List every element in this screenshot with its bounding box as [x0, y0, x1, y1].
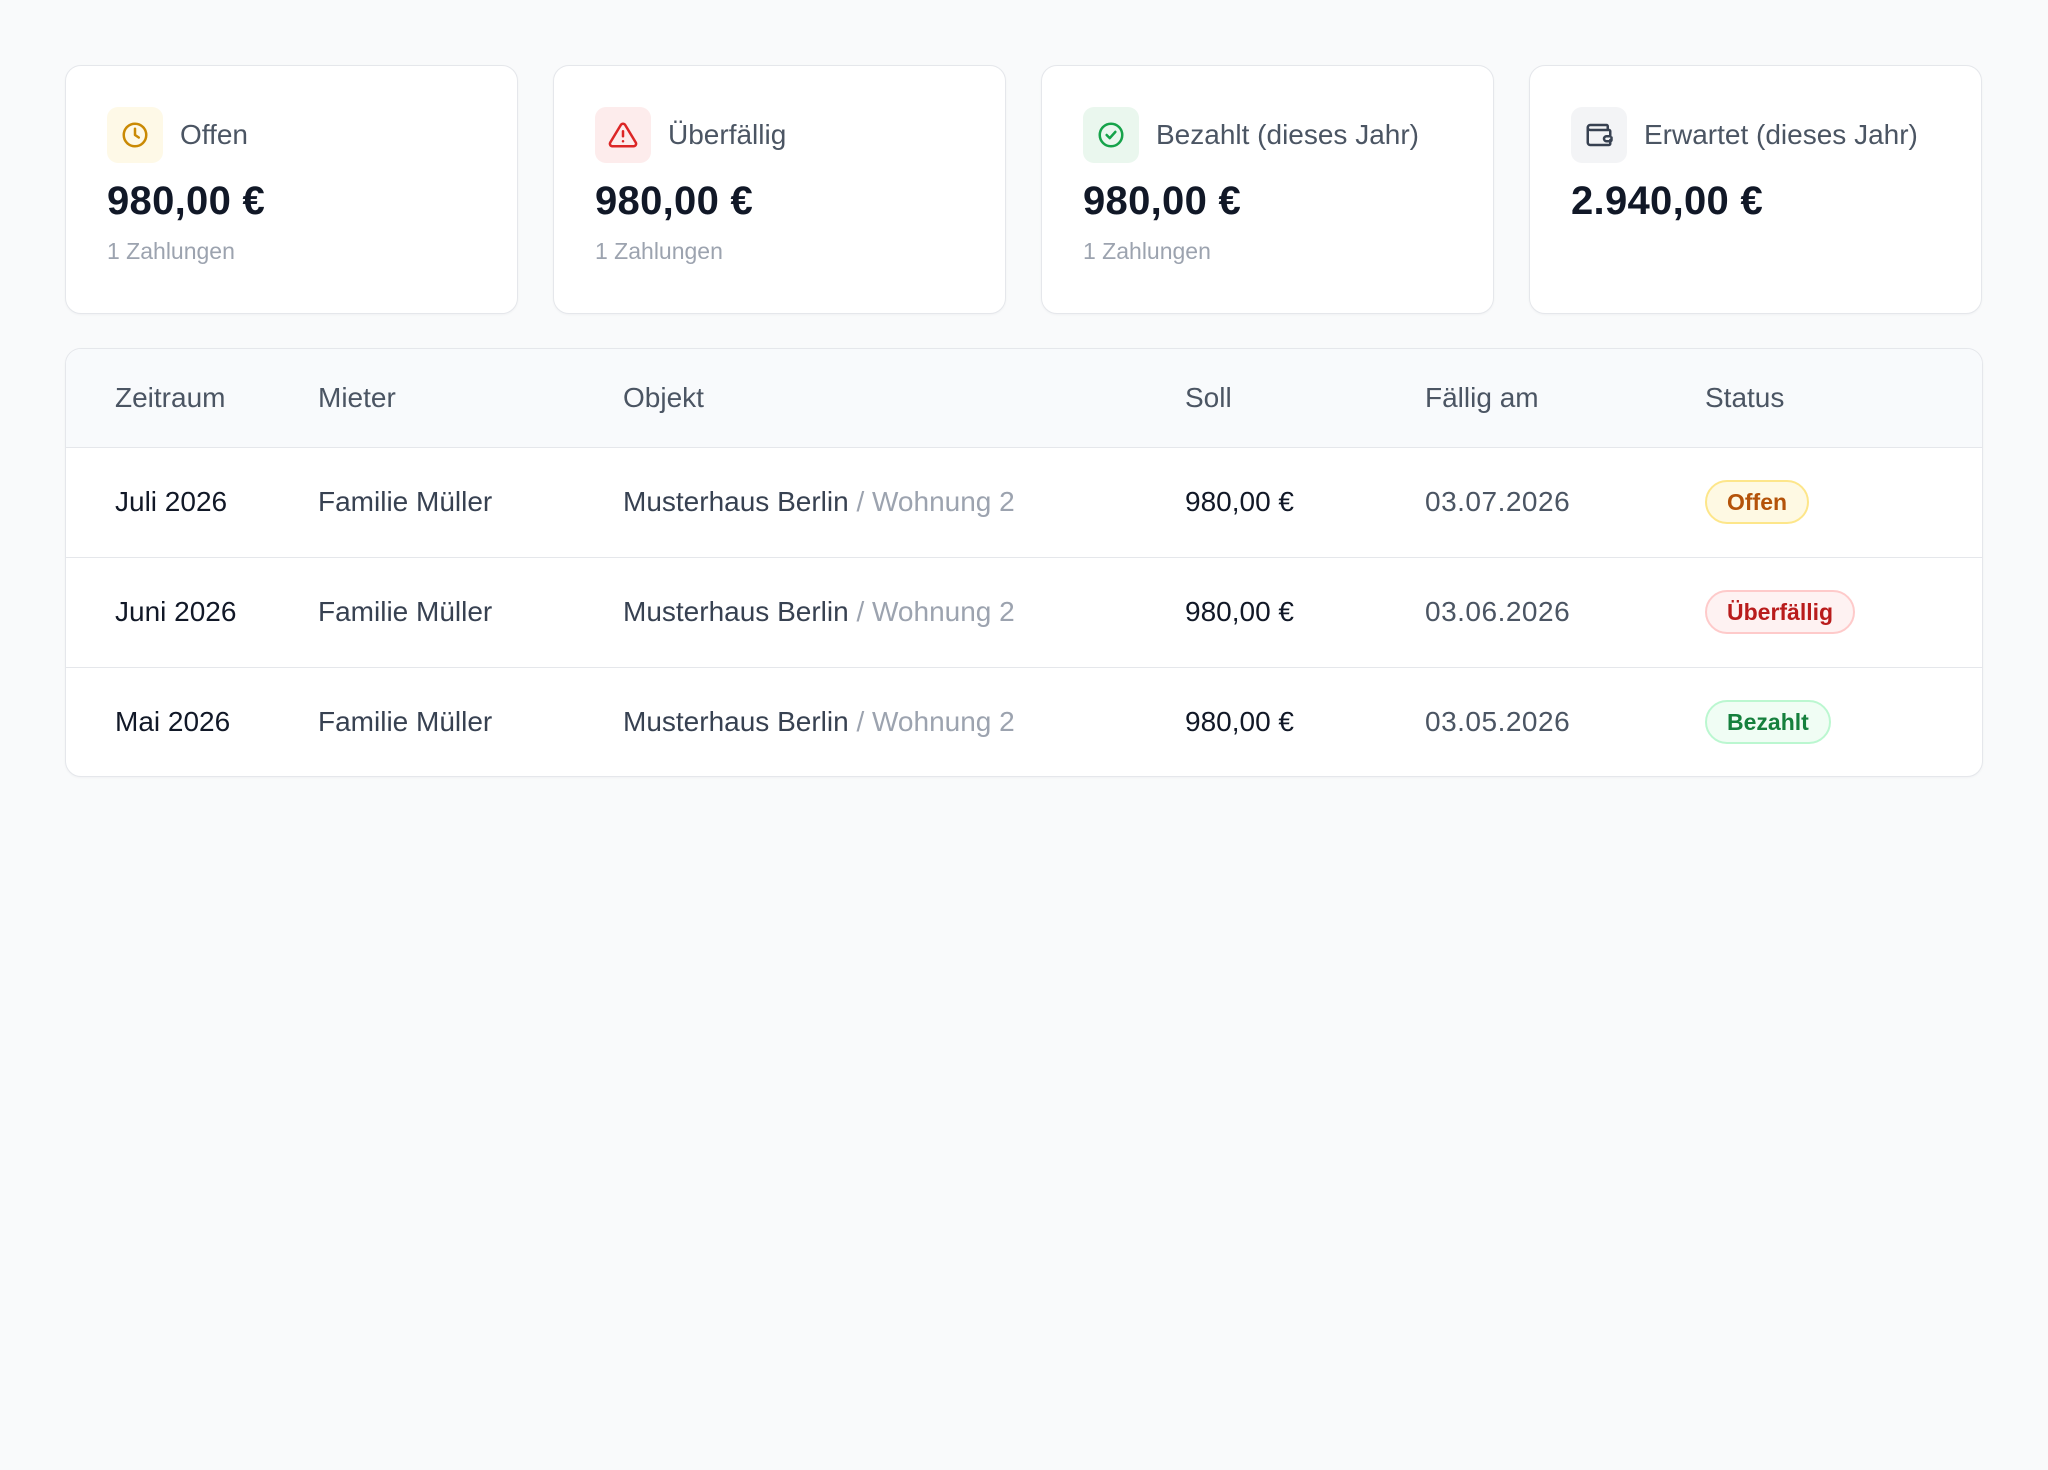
card-value: 980,00 €: [595, 179, 754, 223]
cell-amount: 980,00 €: [1185, 666, 1425, 776]
cell-status: Überfällig: [1705, 556, 1982, 667]
card-title: Überfällig: [668, 118, 787, 150]
card-title: Offen: [180, 118, 248, 150]
property-name: Musterhaus Berlin: [623, 596, 849, 627]
unit-name: / Wohnung 2: [856, 706, 1015, 738]
table-header-row: Zeitraum Mieter Objekt Soll Fällig am St…: [66, 349, 1982, 448]
cell-period: Mai 2026: [66, 666, 318, 776]
unit-name: / Wohnung 2: [856, 486, 1015, 517]
column-header-period[interactable]: Zeitraum: [66, 349, 318, 448]
column-header-tenant[interactable]: Mieter: [318, 349, 623, 448]
property-name: Musterhaus Berlin: [623, 706, 849, 738]
payments-table: Zeitraum Mieter Objekt Soll Fällig am St…: [65, 348, 1983, 777]
table-row[interactable]: Juni 2026 Familie Müller Musterhaus Berl…: [66, 556, 1982, 667]
cell-tenant: Familie Müller: [318, 486, 493, 517]
wallet-icon: [1571, 106, 1627, 163]
summary-cards: Offen 980,00 € 1 Zahlungen Überfällig 98…: [65, 65, 1982, 314]
cell-due-date: 03.05.2026: [1425, 666, 1705, 776]
status-badge: Bezahlt: [1705, 700, 1831, 745]
cell-property: Musterhaus Berlin / Wohnung 2: [623, 447, 1185, 557]
column-header-status[interactable]: Status: [1705, 349, 1982, 448]
table-row[interactable]: Juli 2026 Familie Müller Musterhaus Berl…: [66, 447, 1982, 557]
property-name: Musterhaus Berlin: [623, 486, 849, 517]
summary-card-expected[interactable]: Erwartet (dieses Jahr) 2.940,00 €: [1529, 65, 1982, 314]
card-title: Erwartet (dieses Jahr): [1644, 118, 1918, 150]
table-row[interactable]: Mai 2026 Familie Müller Musterhaus Berli…: [66, 666, 1982, 776]
check-circle-icon: [1083, 106, 1139, 163]
column-header-amount[interactable]: Soll: [1185, 349, 1425, 448]
cell-period: Juni 2026: [66, 556, 318, 667]
cell-status: Offen: [1705, 447, 1982, 557]
cell-status: Bezahlt: [1705, 666, 1982, 776]
cell-tenant: Familie Müller: [318, 556, 623, 667]
clock-icon: [107, 106, 163, 163]
unit-name: / Wohnung 2: [856, 596, 1015, 627]
status-badge: Überfällig: [1705, 590, 1856, 634]
cell-due-date: 03.06.2026: [1425, 556, 1705, 667]
card-value: 980,00 €: [107, 179, 266, 223]
card-subtitle: 1 Zahlungen: [107, 238, 235, 264]
card-title: Bezahlt (dieses Jahr): [1156, 118, 1420, 150]
payments-overview: Offen 980,00 € 1 Zahlungen Überfällig 98…: [0, 0, 2048, 1470]
cell-property: Musterhaus Berlin / Wohnung 2: [623, 556, 1185, 667]
card-subtitle: 1 Zahlungen: [1083, 238, 1211, 264]
cell-period: Juli 2026: [115, 486, 228, 517]
status-badge: Offen: [1705, 480, 1810, 524]
cell-tenant: Familie Müller: [318, 666, 623, 776]
summary-card-paid[interactable]: Bezahlt (dieses Jahr) 980,00 € 1 Zahlung…: [1041, 65, 1494, 314]
card-value: 980,00 €: [1083, 179, 1242, 223]
cell-due-date: 03.07.2026: [1425, 486, 1571, 517]
card-subtitle: 1 Zahlungen: [595, 238, 723, 264]
column-header-property[interactable]: Objekt: [623, 349, 1185, 448]
summary-card-open[interactable]: Offen 980,00 € 1 Zahlungen: [65, 65, 518, 314]
card-value: 2.940,00 €: [1571, 179, 1764, 223]
column-header-due-date[interactable]: Fällig am: [1425, 349, 1705, 448]
summary-card-overdue[interactable]: Überfällig 980,00 € 1 Zahlungen: [553, 65, 1006, 314]
cell-amount: 980,00 €: [1185, 556, 1425, 667]
warning-triangle-icon: [595, 106, 651, 163]
cell-property: Musterhaus Berlin / Wohnung 2: [623, 666, 1185, 776]
cell-amount: 980,00 €: [1185, 486, 1294, 517]
